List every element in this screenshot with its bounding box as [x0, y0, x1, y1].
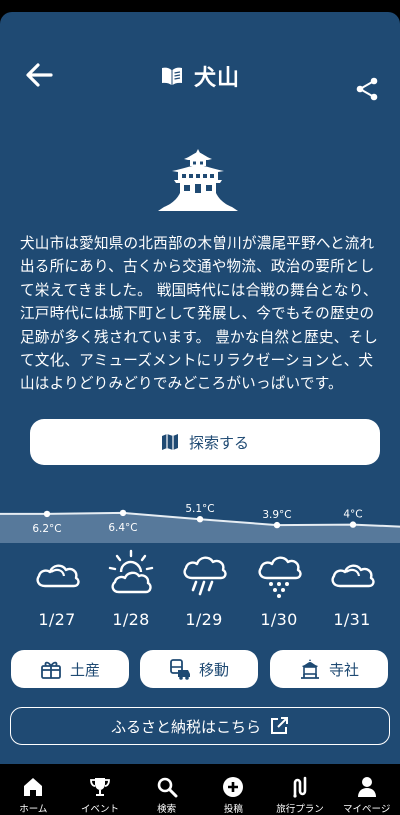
- cloudy-icon: [36, 564, 80, 588]
- transport-label: 移動: [198, 660, 229, 679]
- person-icon: [357, 777, 376, 797]
- map-icon: [161, 434, 178, 450]
- nav-mypage[interactable]: マイページ: [333, 770, 400, 815]
- forecast-date: 1/28: [112, 610, 150, 629]
- temperature-label: 5.1°C: [185, 503, 214, 515]
- forecast-day: 1/27: [27, 548, 87, 632]
- nav-home-label: ホーム: [19, 804, 48, 815]
- nav-post-label: 投稿: [223, 804, 243, 815]
- app-screen: 犬山 犬山市は愛知県の北西部の木曽川が濃尾平野へと流れ出る所にあり、古くから交通…: [0, 0, 400, 815]
- page-title: 犬山: [193, 66, 240, 91]
- temperature-point: [196, 516, 204, 523]
- temperature-point: [43, 510, 51, 518]
- forecast-day: 1/29: [174, 548, 234, 632]
- forecast-date: 1/29: [185, 610, 223, 629]
- home-icon: [24, 778, 43, 796]
- castle-illustration: [158, 149, 238, 211]
- forecast-date: 1/27: [38, 610, 76, 629]
- nav-events[interactable]: イベント: [67, 770, 134, 815]
- weather-forecast: 1/27 1/28 1/29 1/30 1/31: [0, 548, 400, 632]
- external-link-icon: [271, 717, 288, 734]
- temperature-label: 6.2°C: [32, 523, 61, 535]
- route-icon: [293, 776, 307, 798]
- partly-sunny-icon: [108, 549, 154, 594]
- nav-home[interactable]: ホーム: [0, 770, 67, 815]
- forecast-day: 1/30: [249, 548, 309, 632]
- gift-icon: [41, 661, 61, 679]
- trophy-icon: [90, 778, 110, 796]
- shrine-button[interactable]: 寺社: [270, 650, 388, 688]
- nav-post[interactable]: 投稿: [200, 770, 267, 815]
- shrine-label: 寺社: [328, 660, 359, 679]
- temperature-label: 6.4°C: [108, 522, 137, 534]
- transport-button[interactable]: 移動: [140, 650, 258, 688]
- temperature-point: [273, 521, 281, 529]
- nav-search-label: 検索: [157, 804, 177, 815]
- nav-search[interactable]: 検索: [133, 770, 200, 815]
- temperature-label: 4°C: [343, 509, 362, 521]
- explore-button[interactable]: 探索する: [30, 419, 380, 465]
- forecast-date: 1/30: [260, 610, 298, 629]
- temperature-point: [119, 509, 127, 517]
- explore-button-label: 探索する: [188, 433, 249, 452]
- transport-icon: [170, 659, 190, 680]
- nav-travel-plan[interactable]: 旅行プラン: [267, 770, 334, 815]
- search-icon: [157, 777, 178, 798]
- nav-mypage-label: マイページ: [343, 804, 391, 815]
- forecast-day: 1/28: [101, 548, 161, 632]
- forecast-date: 1/31: [333, 610, 371, 629]
- bottom-navigation: ホーム イベント 検索 投稿 旅行プラン マイページ: [0, 770, 400, 815]
- cloudy-icon: [331, 564, 375, 588]
- add-circle-icon: [223, 777, 244, 797]
- nav-travel-plan-label: 旅行プラン: [276, 804, 324, 815]
- shrine-icon: [300, 659, 319, 679]
- city-detail-panel: 犬山 犬山市は愛知県の北西部の木曽川が濃尾平野へと流れ出る所にあり、古くから交通…: [0, 12, 400, 764]
- forecast-day: 1/31: [322, 548, 382, 632]
- nav-events-label: イベント: [81, 804, 120, 815]
- souvenir-button[interactable]: 土産: [11, 650, 129, 688]
- city-description: 犬山市は愛知県の北西部の木曽川が濃尾平野へと流れ出る所にあり、古くから交通や物流…: [20, 235, 378, 393]
- furusato-tax-label: ふるさと納税はこちら: [110, 717, 261, 736]
- share-icon[interactable]: [354, 76, 380, 102]
- temperature-label: 3.9°C: [262, 509, 291, 521]
- temperature-point: [349, 521, 357, 528]
- furusato-tax-button[interactable]: ふるさと納税はこちら: [10, 707, 390, 745]
- snow-icon: [258, 556, 302, 598]
- souvenir-label: 土産: [69, 660, 100, 679]
- page-title-bar: 犬山: [0, 58, 400, 94]
- book-icon: [161, 67, 182, 85]
- rain-icon: [183, 556, 227, 596]
- temperature-chart: 6.2°C 6.4°C 5.1°C 3.9°C 4°C: [0, 503, 400, 543]
